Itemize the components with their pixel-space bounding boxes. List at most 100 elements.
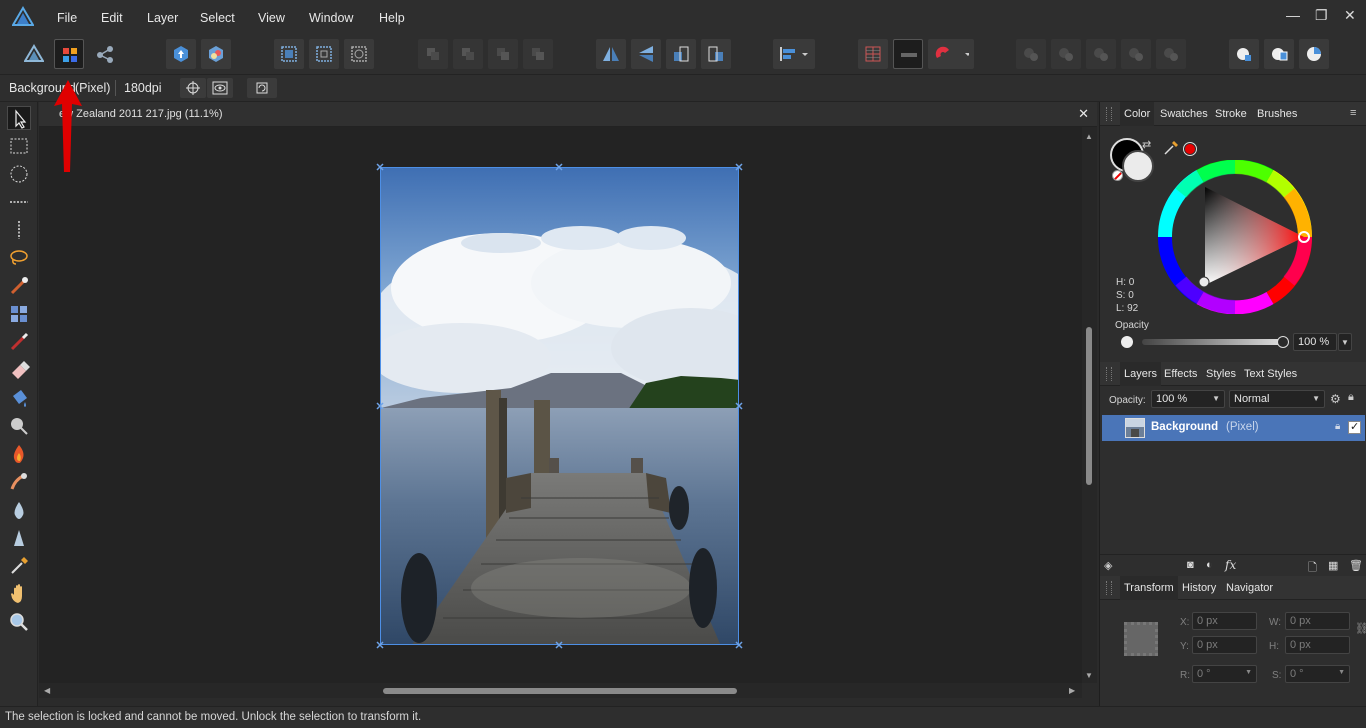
deselect-button[interactable] (309, 39, 339, 69)
photo-persona-button[interactable] (19, 39, 49, 69)
vertical-scrollbar[interactable]: ▲ ▼ (1082, 127, 1097, 683)
elliptical-marquee-tool[interactable] (7, 162, 31, 186)
layer-visibility-checkbox[interactable]: ✓ (1348, 421, 1361, 434)
snapping-button[interactable] (928, 39, 974, 69)
menu-window[interactable]: Window (309, 11, 353, 25)
menu-layer[interactable]: Layer (147, 11, 178, 25)
opacity-slider[interactable] (1142, 339, 1282, 345)
liquify-persona-button[interactable] (54, 39, 84, 69)
menu-edit[interactable]: Edit (101, 11, 123, 25)
rotation-field[interactable]: 0 ° ▼ (1192, 665, 1257, 683)
rotate-right-button[interactable] (701, 39, 731, 69)
new-pixel-layer-icon[interactable]: ▦ (1328, 559, 1338, 572)
trash-icon[interactable]: 🗑︎ (1349, 559, 1363, 572)
tab-navigator[interactable]: Navigator (1226, 582, 1273, 594)
mask-layer-icon[interactable]: ◙ (1187, 559, 1194, 571)
h-field[interactable]: 0 px (1285, 636, 1350, 654)
tab-text-styles[interactable]: Text Styles (1244, 368, 1297, 380)
lock-icon[interactable]: 🔒︎ (1348, 391, 1354, 404)
hsl-color-wheel[interactable] (1158, 160, 1312, 314)
view-tool[interactable] (7, 582, 31, 606)
auto-levels-button[interactable] (166, 39, 196, 69)
move-to-front-button[interactable] (523, 39, 553, 69)
blend-mode-select[interactable]: Normal ▼ (1229, 390, 1325, 408)
x-field[interactable]: 0 px (1192, 612, 1257, 630)
menu-help[interactable]: Help (379, 11, 405, 25)
layer-lock-icon[interactable]: 🔒︎ (1335, 421, 1340, 432)
shear-field[interactable]: 0 ° ▼ (1285, 665, 1350, 683)
transform-origin-button[interactable] (180, 78, 206, 98)
layer-opacity-field[interactable]: 100 % ▼ (1151, 390, 1225, 408)
xor-boolean-button[interactable] (1121, 39, 1151, 69)
insert-behind-button[interactable] (1264, 39, 1294, 69)
picked-color-swatch[interactable] (1183, 142, 1197, 156)
export-persona-button[interactable] (90, 39, 120, 69)
panel-menu-icon[interactable]: ≡ (1350, 107, 1356, 119)
auto-color-button[interactable] (201, 39, 231, 69)
close-window-button[interactable]: ✕ (1344, 7, 1356, 24)
menu-view[interactable]: View (258, 11, 285, 25)
move-forward-button[interactable] (488, 39, 518, 69)
adjustment-layer-icon[interactable]: ◐ (1206, 559, 1213, 571)
menu-file[interactable]: File (57, 11, 77, 25)
insert-inside-button[interactable] (1229, 39, 1259, 69)
tab-brushes[interactable]: Brushes (1257, 108, 1297, 120)
tab-swatches[interactable]: Swatches (1160, 108, 1208, 120)
rectangular-marquee-tool[interactable] (7, 134, 31, 158)
zoom-tool[interactable] (7, 610, 31, 634)
move-to-back-button[interactable] (418, 39, 448, 69)
paint-brush-tool[interactable] (7, 330, 31, 354)
vertical-scroll-thumb[interactable] (1086, 327, 1092, 485)
invert-selection-button[interactable] (344, 39, 374, 69)
freehand-selection-tool[interactable] (7, 246, 31, 270)
tab-color[interactable]: Color (1120, 102, 1155, 126)
align-dropdown-button[interactable] (773, 39, 815, 69)
scroll-left-icon[interactable]: ◀ (44, 686, 50, 695)
tab-styles[interactable]: Styles (1206, 368, 1236, 380)
force-pixel-alignment-button[interactable] (893, 39, 923, 69)
scroll-up-icon[interactable]: ▲ (1085, 132, 1093, 141)
divide-boolean-button[interactable] (1156, 39, 1186, 69)
move-tool[interactable] (7, 106, 31, 130)
panel-grip-icon[interactable] (1106, 107, 1112, 121)
swap-colors-icon[interactable]: ⇄ (1142, 138, 1151, 151)
horizontal-scroll-thumb[interactable] (383, 688, 737, 694)
saturation-lightness-handle[interactable] (1198, 276, 1210, 288)
y-field[interactable]: 0 px (1192, 636, 1257, 654)
tab-effects[interactable]: Effects (1164, 368, 1197, 380)
scroll-down-icon[interactable]: ▼ (1085, 671, 1093, 680)
no-color-icon[interactable] (1112, 170, 1123, 181)
panel-grip-icon[interactable] (1106, 581, 1112, 595)
tab-stroke[interactable]: Stroke (1215, 108, 1247, 120)
reset-rotation-button[interactable] (247, 78, 277, 98)
menu-select[interactable]: Select (200, 11, 235, 25)
sharpen-tool[interactable] (7, 526, 31, 550)
close-document-button[interactable]: ✕ (1078, 106, 1089, 122)
flood-select-tool[interactable] (7, 302, 31, 326)
tab-transform[interactable]: Transform (1120, 576, 1178, 600)
row-marquee-tool[interactable] (7, 190, 31, 214)
flood-fill-tool[interactable] (7, 386, 31, 410)
document-tab[interactable]: ew Zealand 2011 217.jpg (11.1%) ✕ (39, 102, 1097, 127)
insert-top-button[interactable] (1299, 39, 1329, 69)
anchor-point-selector[interactable] (1124, 622, 1158, 656)
restore-button[interactable]: ❐ (1315, 7, 1328, 24)
blur-tool[interactable] (7, 498, 31, 522)
minimize-button[interactable]: — (1286, 7, 1300, 23)
erase-brush-tool[interactable] (7, 358, 31, 382)
layer-row-background[interactable]: Background (Pixel) 🔒︎ ✓ (1102, 415, 1365, 441)
fx-icon[interactable]: fx (1225, 558, 1236, 572)
secondary-color-well[interactable] (1122, 150, 1154, 182)
rotate-left-button[interactable] (666, 39, 696, 69)
burn-tool[interactable] (7, 442, 31, 466)
smudge-tool[interactable] (7, 470, 31, 494)
selection-brush-tool[interactable] (7, 274, 31, 298)
panel-grip-icon[interactable] (1106, 367, 1112, 381)
scroll-right-icon[interactable]: ▶ (1069, 686, 1075, 695)
add-boolean-button[interactable] (1016, 39, 1046, 69)
column-marquee-tool[interactable] (7, 218, 31, 242)
horizontal-scrollbar[interactable]: ◀ ▶ (39, 683, 1082, 698)
w-field[interactable]: 0 px (1285, 612, 1350, 630)
layer-settings-gear-icon[interactable]: ⚙ (1330, 392, 1341, 406)
tab-layers[interactable]: Layers (1120, 362, 1162, 386)
